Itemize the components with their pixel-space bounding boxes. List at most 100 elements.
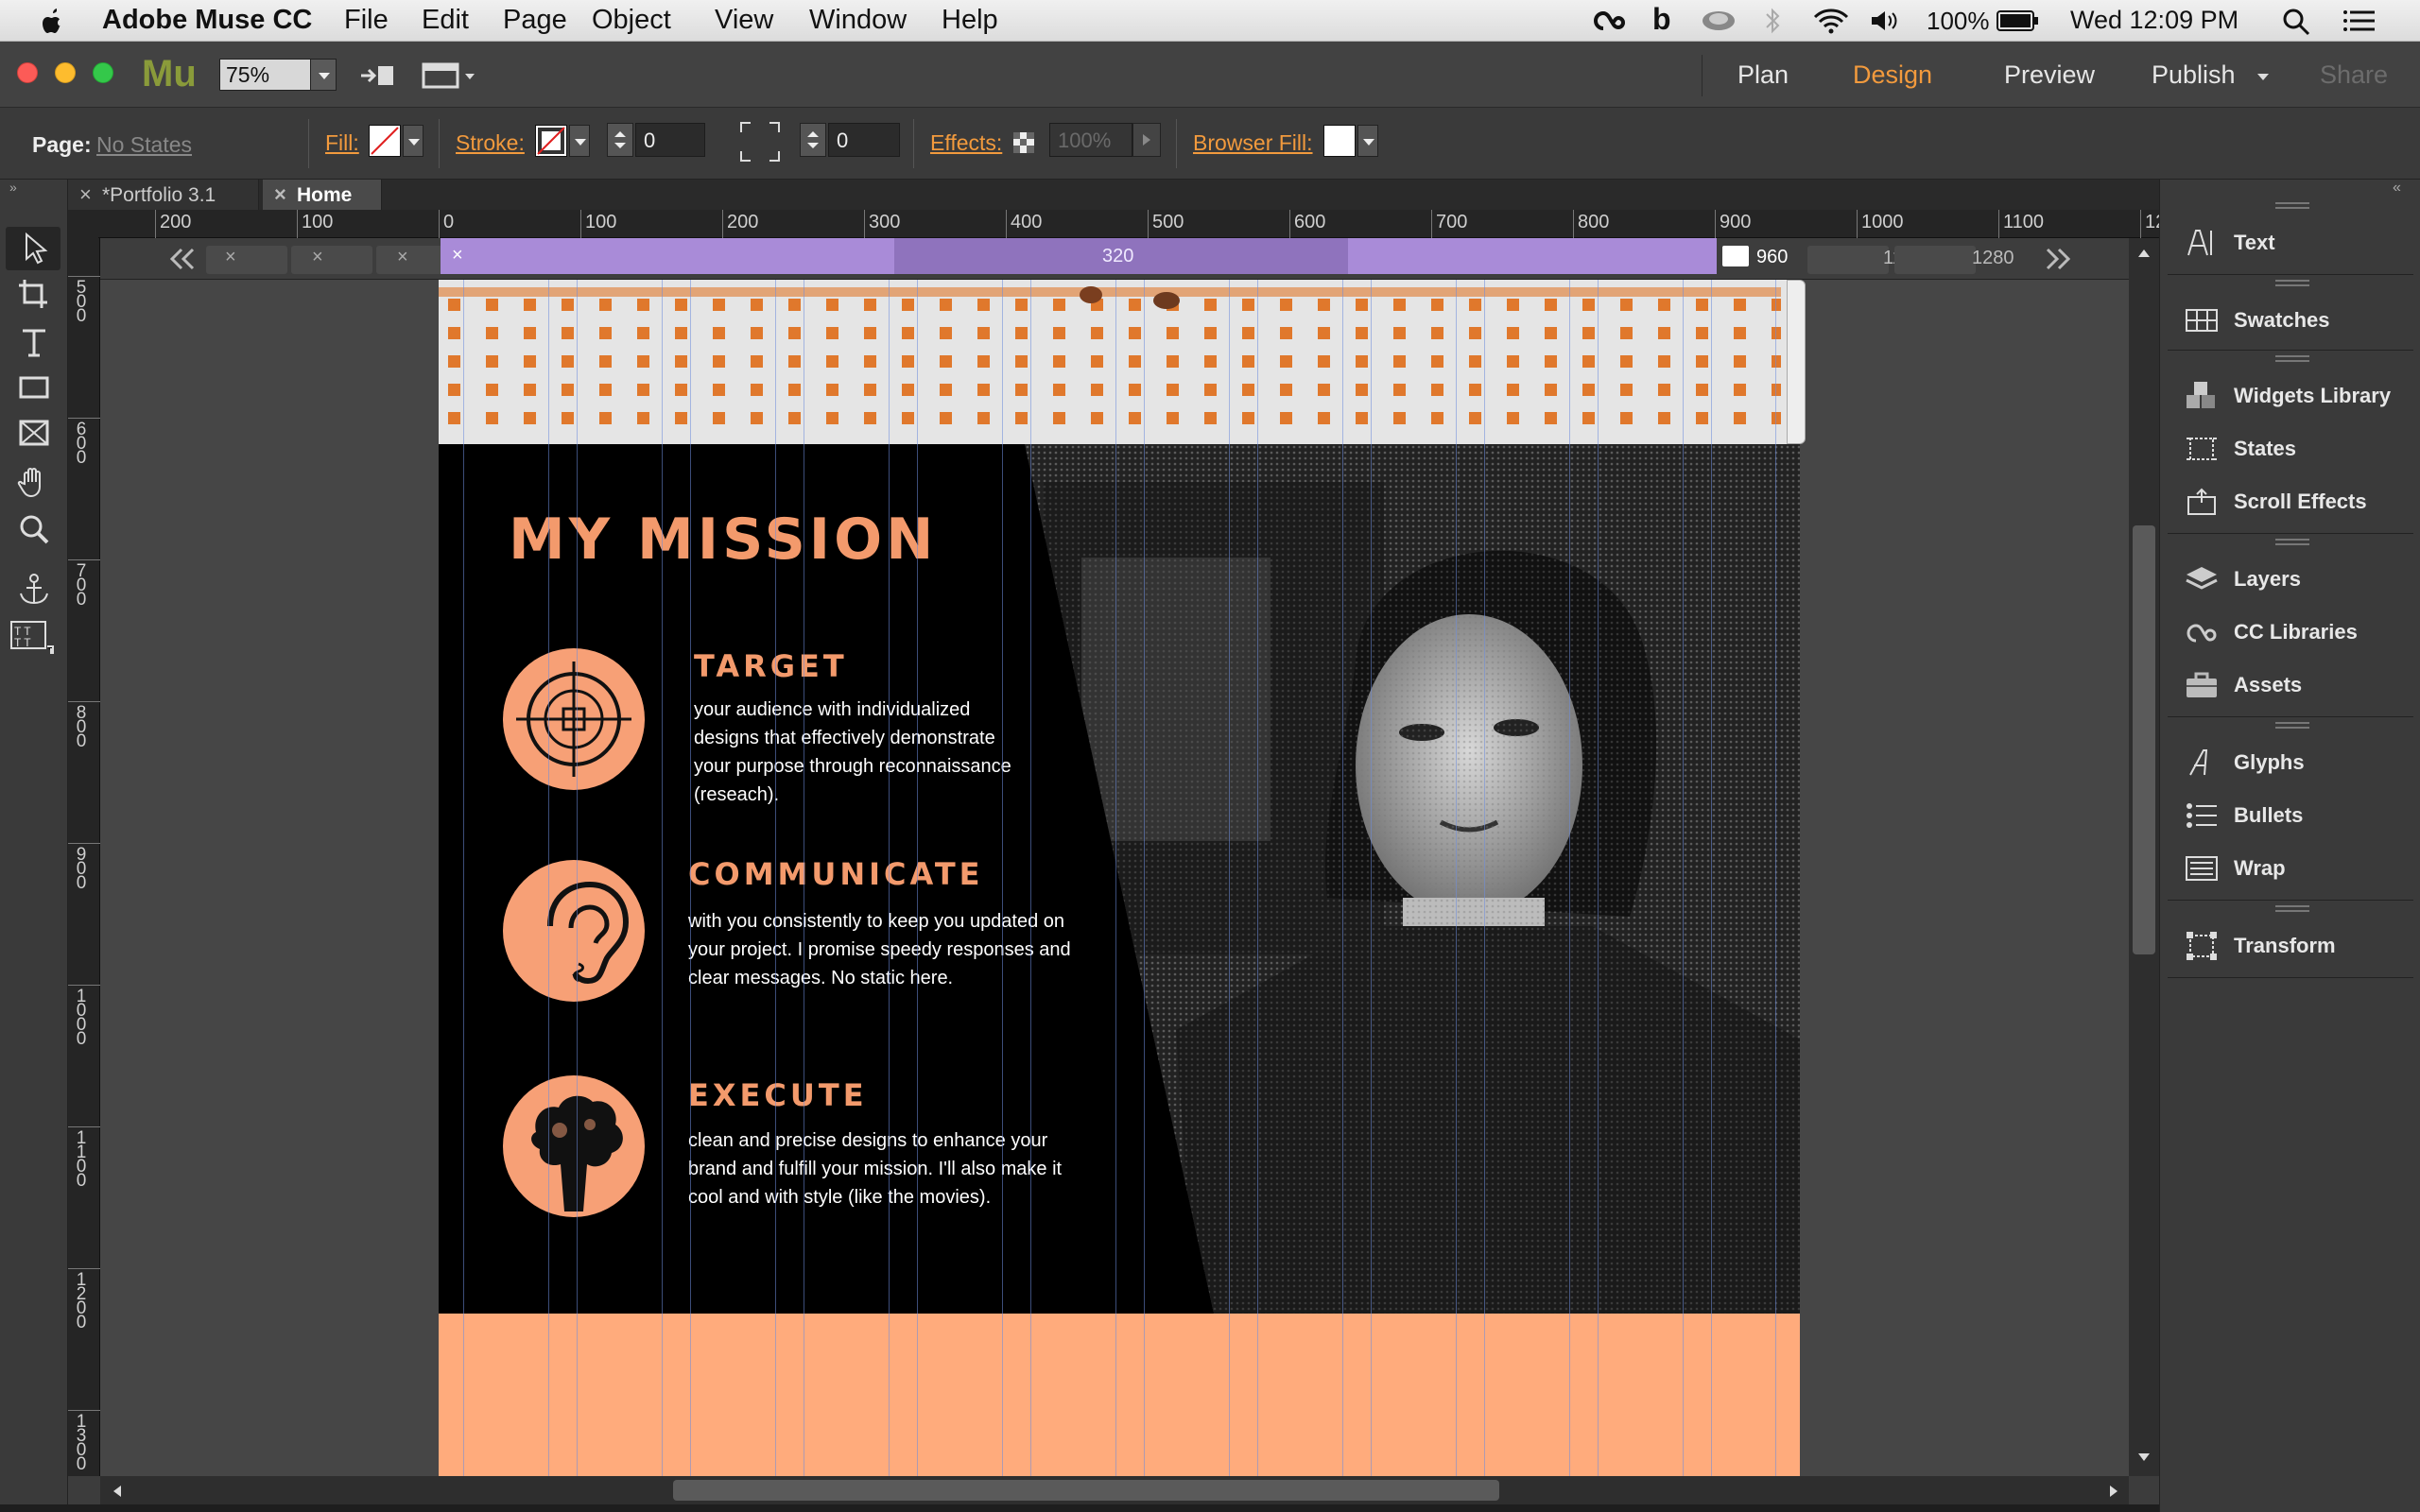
zoom-tool-icon[interactable] — [15, 510, 53, 548]
zoom-field[interactable]: 75% — [219, 59, 323, 91]
ruler-origin[interactable] — [68, 210, 98, 238]
menu-edit[interactable]: Edit — [422, 5, 469, 36]
b-status-icon[interactable]: b — [1652, 2, 1671, 37]
battery-icon[interactable] — [1996, 9, 2040, 32]
notification-center-icon[interactable] — [2342, 9, 2375, 32]
scroll-left-icon[interactable] — [112, 1484, 123, 1499]
spotlight-search-icon[interactable] — [2282, 8, 2310, 36]
close-window-button[interactable] — [17, 62, 38, 83]
bluetooth-icon[interactable] — [1764, 8, 1781, 34]
execute-text[interactable]: clean and precise designs to enhance you… — [688, 1126, 1076, 1211]
tab-portfolio[interactable]: × *Portfolio 3.1 — [68, 180, 259, 210]
panel-group-grip[interactable] — [2275, 355, 2309, 362]
place-file-icon[interactable] — [359, 62, 397, 89]
preview-mode-button[interactable]: Preview — [2004, 60, 2095, 90]
vertical-scrollbar[interactable] — [2129, 238, 2159, 1476]
anchor-tool-icon[interactable] — [15, 571, 53, 609]
menu-view[interactable]: View — [715, 5, 773, 36]
scroll-up-icon[interactable] — [2136, 248, 2152, 259]
close-tab-icon[interactable]: × — [274, 182, 286, 207]
tab-home[interactable]: × Home — [263, 180, 382, 210]
communicate-heading[interactable]: COMMUNICATE — [688, 856, 984, 892]
close-tab-icon[interactable]: × — [79, 182, 92, 207]
panel-text[interactable]: Text — [2160, 217, 2420, 266]
panel-group-grip[interactable] — [2275, 202, 2309, 209]
panel-scroll-effects[interactable]: Scroll Effects — [2160, 476, 2420, 525]
panel-group-grip[interactable] — [2275, 280, 2309, 286]
design-mode-button[interactable]: Design — [1853, 60, 1932, 90]
target-heading[interactable]: TARGET — [694, 648, 848, 684]
page-states-link[interactable]: No States — [96, 132, 192, 158]
breakpoint-remove-icon[interactable]: × — [225, 247, 236, 268]
design-canvas[interactable]: MY MISSION TARGET your audience with ind… — [100, 280, 2129, 1476]
mission-title[interactable]: MY MISSION — [509, 507, 937, 573]
panel-swatches[interactable]: Swatches — [2160, 295, 2420, 344]
creative-cloud-icon[interactable] — [1594, 8, 1628, 34]
menu-page[interactable]: Page — [503, 5, 567, 36]
fill-swatch[interactable] — [369, 125, 401, 157]
scroll-down-icon[interactable] — [2136, 1452, 2152, 1463]
breakpoint-next-icon[interactable] — [2044, 248, 2072, 270]
communicate-circle[interactable] — [503, 860, 645, 1002]
menu-object[interactable]: Object — [592, 5, 671, 36]
stroke-width-field[interactable]: 0 — [635, 123, 705, 157]
opacity-slider-button[interactable] — [1132, 123, 1161, 157]
browser-fill-dropdown[interactable] — [1357, 125, 1378, 157]
share-button[interactable]: Share — [2320, 60, 2388, 90]
panel-states[interactable]: States — [2160, 423, 2420, 472]
browser-fill-label[interactable]: Browser Fill: — [1193, 130, 1313, 156]
panel-bullets[interactable]: Bullets — [2160, 790, 2420, 839]
zoom-dropdown-button[interactable] — [310, 59, 337, 91]
effects-checker-icon[interactable] — [1013, 132, 1034, 153]
communicate-text[interactable]: with you consistently to keep you update… — [688, 907, 1076, 992]
selection-tool-icon[interactable] — [15, 229, 53, 266]
stroke-swatch[interactable] — [535, 125, 567, 157]
app-name[interactable]: Adobe Muse CC — [102, 5, 312, 36]
vertical-scroll-thumb[interactable] — [2133, 525, 2155, 954]
stroke-dropdown[interactable] — [569, 125, 590, 157]
publish-dropdown-icon[interactable] — [2256, 72, 2271, 83]
rectangle-frame-tool-icon[interactable] — [15, 414, 53, 452]
stroke-width-stepper[interactable] — [607, 123, 633, 157]
menu-file[interactable]: File — [344, 5, 389, 36]
panel-transform[interactable]: Transform — [2160, 920, 2420, 970]
menu-window[interactable]: Window — [809, 5, 907, 36]
browser-fill-swatch[interactable] — [1323, 125, 1356, 157]
panel-assets[interactable]: Assets — [2160, 660, 2420, 709]
eye-status-icon[interactable] — [1702, 9, 1736, 32]
crop-tool-icon[interactable] — [15, 276, 53, 314]
publish-button[interactable]: Publish — [2152, 60, 2236, 90]
horizontal-scrollbar[interactable] — [100, 1476, 2129, 1504]
horizontal-scroll-thumb[interactable] — [673, 1480, 1499, 1501]
plan-mode-button[interactable]: Plan — [1737, 60, 1789, 90]
footer-block[interactable] — [439, 1314, 1800, 1476]
menu-help[interactable]: Help — [942, 5, 998, 36]
current-breakpoint-label[interactable]: 960 — [1756, 247, 1788, 268]
breakpoint-prev-icon[interactable] — [168, 248, 197, 270]
horizontal-ruler[interactable]: 200 100 0 100 200 300 400 500 600 700 80… — [98, 210, 2166, 238]
breakpoint-1280[interactable]: 1280 — [1972, 248, 2014, 269]
vertical-ruler[interactable]: 500 600 700 800 900 1000 1100 1200 1300 — [68, 238, 100, 1476]
collapse-tools-icon[interactable]: » — [9, 180, 17, 195]
wifi-icon[interactable] — [1813, 8, 1849, 34]
maximize-window-button[interactable] — [93, 62, 113, 83]
execute-circle[interactable] — [503, 1075, 645, 1217]
corner-radius-stepper[interactable] — [800, 123, 826, 157]
scroll-right-icon[interactable] — [2108, 1484, 2119, 1499]
corner-radius-field[interactable]: 0 — [828, 123, 900, 157]
text-frame-tool-icon[interactable]: T TT T — [9, 618, 55, 656]
panel-layers[interactable]: Layers — [2160, 554, 2420, 603]
page-artboard[interactable]: MY MISSION TARGET your audience with ind… — [439, 280, 1800, 1476]
preview-page-icon[interactable] — [422, 60, 478, 91]
fill-dropdown[interactable] — [403, 125, 424, 157]
target-text[interactable]: your audience with individualized design… — [694, 696, 1025, 809]
fill-label[interactable]: Fill: — [325, 130, 359, 156]
minimize-window-button[interactable] — [55, 62, 76, 83]
header-resize-handle[interactable] — [1787, 280, 1806, 444]
volume-icon[interactable] — [1870, 9, 1900, 32]
clock[interactable]: Wed 12:09 PM — [2070, 6, 2238, 35]
target-circle[interactable] — [503, 648, 645, 790]
panel-cc-libraries[interactable]: CC Libraries — [2160, 607, 2420, 656]
stroke-label[interactable]: Stroke: — [456, 130, 525, 156]
effects-label[interactable]: Effects: — [930, 130, 1002, 156]
